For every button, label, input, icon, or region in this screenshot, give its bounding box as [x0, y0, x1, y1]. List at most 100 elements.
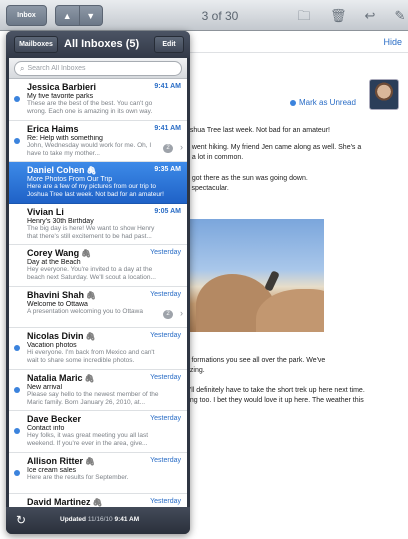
message-time: 9:41 AM [154, 124, 181, 132]
popover-footer: ↻ Updated 11/16/10 9:41 AM [6, 507, 190, 534]
message-row[interactable]: David Martinez 🖇 Yesterday [9, 494, 187, 507]
popover-title: All Inboxes (5) [64, 38, 140, 50]
paperclip-icon: 🖇 [92, 498, 103, 507]
message-preview: The big day is here! We want to show Hen… [27, 224, 155, 240]
message-time: Yesterday [150, 415, 181, 422]
search-field[interactable]: ⌕ [14, 61, 182, 76]
divider [186, 52, 408, 53]
unread-dot-icon [14, 428, 20, 434]
mailboxes-button[interactable]: Mailboxes [14, 36, 58, 53]
body-line: e a lot in common. [186, 154, 244, 161]
search-input[interactable] [27, 65, 168, 72]
refresh-icon[interactable]: ↻ [16, 513, 26, 527]
message-row[interactable]: Allison Ritter 🖇 Yesterday Ice cream sales H… [9, 453, 187, 494]
body-line: oshua Tree last week. Not bad for an ama… [186, 127, 330, 134]
body-line: e'll definitely have to take the short t… [186, 387, 365, 394]
message-preview: Here are the results for September. [27, 473, 129, 481]
sender-avatar [369, 79, 399, 110]
message-preview: These are the best of the best. You can'… [27, 100, 153, 115]
reply-icon[interactable]: ↩ [362, 8, 378, 24]
toolbar: Inbox ▲ ▼ 3 of 30 🗀 🗑 ↩ ✎ [0, 0, 408, 31]
body-line: s spectacular. [186, 185, 229, 192]
message-time: Yesterday [150, 290, 181, 298]
message-subject: My five favorite parks [27, 93, 94, 100]
message-row[interactable]: Nicolas Divin 🖇 Yesterday Vacation photos Hi… [9, 328, 187, 370]
thread-count-badge: 2 [163, 143, 173, 153]
message-row[interactable]: Daniel Cohen 🖇 9:35 AM More Photos From Our… [9, 162, 187, 204]
thread-count-badge: 2 [163, 309, 173, 319]
message-row[interactable]: Erica Haims 9:41 AM Re: Help with somethin… [9, 121, 187, 162]
paperclip-icon: 🖇 [84, 373, 95, 383]
compose-icon[interactable]: ✎ [392, 8, 408, 24]
attached-photo[interactable] [186, 219, 324, 332]
inbox-popover: Mailboxes All Inboxes (5) Edit ⌕ Jessica… [6, 31, 190, 534]
message-row[interactable]: Corey Wang 🖇 Yesterday Day at the Beach Hey … [9, 245, 187, 287]
unread-dot-icon [290, 99, 296, 106]
message-time: Yesterday [150, 373, 181, 381]
unread-dot-icon [14, 96, 20, 102]
message-time: 9:05 AM [154, 207, 181, 215]
paperclip-icon: 🖇 [86, 166, 97, 175]
body-line: k formations you see all over the park. … [186, 357, 326, 364]
message-subject: More Photos From Our Trip [27, 176, 113, 183]
message-time: Yesterday [150, 332, 181, 339]
message-preview: John, Wednesday would work for me. Oh, I… [27, 141, 152, 157]
unread-dot-icon [14, 386, 20, 393]
message-list: ⌕ Jessica Barbieri9:41 AMMy five favorit… [9, 58, 187, 507]
unread-dot-icon [14, 137, 20, 144]
body-line: ong too. I bet they would love it up her… [186, 397, 364, 404]
message-subject: Ice cream sales [27, 466, 77, 474]
message-row[interactable]: Vivian Li 9:05 AM Henry's 30th Birthday The… [9, 204, 187, 245]
message-preview: Hey everyone. You're invited to a day at… [27, 266, 156, 281]
search-bar: ⌕ [9, 58, 187, 79]
unread-dot-icon [14, 345, 20, 351]
popover-header: Mailboxes All Inboxes (5) Edit [6, 31, 190, 58]
hide-link[interactable]: Hide [383, 37, 402, 47]
message-row[interactable]: Dave Becker Yesterday Contact info Hey folk… [9, 411, 187, 453]
paperclip-icon: 🖇 [85, 332, 96, 341]
message-subject: Contact info [27, 425, 65, 432]
message-time: Yesterday [150, 249, 181, 256]
edit-button[interactable]: Edit [154, 36, 184, 53]
message-subject: Vacation photos [27, 342, 77, 349]
search-icon: ⌕ [20, 63, 25, 73]
updated-date: 11/16/10 [87, 516, 113, 523]
message-counter: 3 of 30 [201, 9, 239, 23]
message-subject: Re: Help with something [27, 134, 103, 142]
next-message-icon[interactable]: ▼ [78, 6, 103, 25]
message-subject: New arrival [27, 383, 63, 391]
message-subject: Day at the Beach [27, 259, 81, 266]
unread-dot-icon [14, 469, 20, 476]
updated-label: Updated [60, 516, 86, 523]
updated-time: 9:41 AM [114, 516, 140, 523]
previous-message-icon[interactable]: ▲ [56, 6, 79, 25]
message-time: Yesterday [150, 456, 181, 464]
mark-as-unread-button[interactable]: Mark as Unread [290, 98, 356, 107]
chevron-right-icon[interactable]: › [180, 142, 183, 152]
inbox-button[interactable]: Inbox [6, 5, 47, 26]
message-nav: ▲ ▼ [55, 5, 103, 26]
mark-as-unread-label: Mark as Unread [299, 98, 356, 107]
message-preview: A presentation welcoming you to Ottawa [27, 307, 143, 315]
chevron-right-icon[interactable]: › [180, 308, 183, 318]
paperclip-icon: 🖇 [85, 456, 96, 466]
message-time: 9:41 AM [154, 83, 181, 90]
trash-icon[interactable]: 🗑 [330, 8, 347, 24]
message-time: Yesterday [150, 498, 181, 505]
message-row[interactable]: Natalia Maric 🖇 Yesterday New arrival Please… [9, 370, 187, 411]
body-line: e got there as the sun was going down. [186, 175, 308, 182]
updated-status: Updated 11/16/10 9:41 AM [60, 516, 139, 523]
message-row[interactable]: Bhavini Shah 🖇 Yesterday Welcome to Ottawa A… [9, 287, 187, 328]
message-time: 9:35 AM [154, 166, 181, 173]
message-preview: Here are a few of my pictures from our t… [27, 183, 164, 198]
paperclip-icon: 🖇 [86, 290, 97, 300]
message-preview: Hey folks, it was great meeting you all … [27, 432, 149, 447]
folder-icon[interactable]: 🗀 [296, 8, 312, 24]
message-preview: Please say hello to the newest member of… [27, 390, 159, 406]
message-row[interactable]: Jessica Barbieri 9:41 AM My five favorite … [9, 79, 187, 121]
body-line: e went hiking. My friend Jen came along … [186, 144, 362, 151]
paperclip-icon: 🖇 [81, 249, 92, 258]
message-subject: Welcome to Ottawa [27, 300, 88, 308]
message-subject: Henry's 30th Birthday [27, 217, 94, 225]
message-preview: Hi everyone. I'm back from Mexico and ca… [27, 349, 155, 364]
